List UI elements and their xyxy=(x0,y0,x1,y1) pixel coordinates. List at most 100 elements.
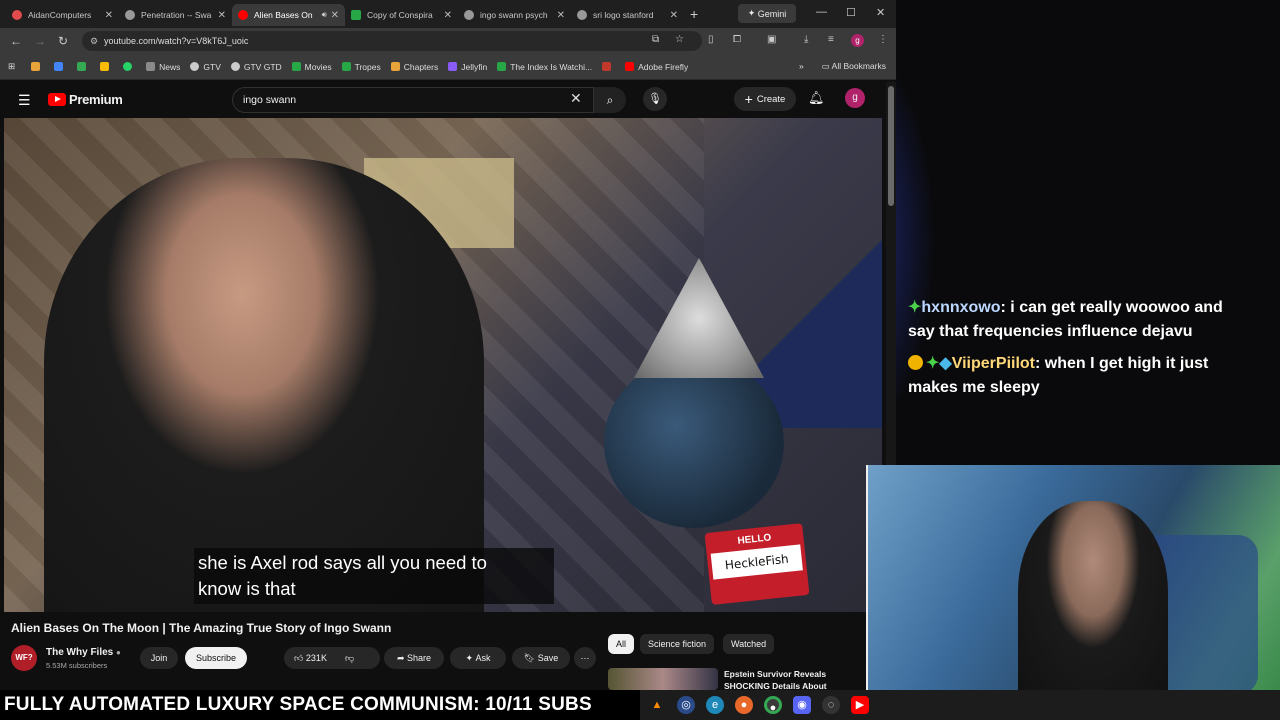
app-icon[interactable]: ◎ xyxy=(677,696,695,714)
youtube-logo[interactable]: Premium xyxy=(48,92,123,107)
close-window-icon[interactable]: ✕ xyxy=(876,6,885,19)
youtube-premium-label: Premium xyxy=(69,92,123,107)
obs-icon[interactable]: ◌ xyxy=(822,696,840,714)
browser-window: AidanComputers ✕ Penetration -- Swa ✕ Al… xyxy=(0,0,896,690)
new-tab-button[interactable]: + xyxy=(690,6,698,22)
ask-button[interactable]: ✦ Ask xyxy=(450,647,506,669)
close-icon[interactable]: ✕ xyxy=(218,10,226,21)
forward-icon[interactable]: → xyxy=(34,34,46,48)
create-button[interactable]: + Create xyxy=(734,87,796,111)
cast-icon[interactable]: ⧉ xyxy=(652,34,659,45)
profile-avatar[interactable]: g xyxy=(851,34,864,47)
notifications-bell-icon[interactable]: 🔔︎ xyxy=(808,90,825,106)
tab-sri-logo[interactable]: sri logo stanford ✕ xyxy=(571,4,684,26)
sidepanel-icon[interactable]: ▣ xyxy=(767,34,776,45)
discord-icon[interactable]: ◉ xyxy=(793,696,811,714)
bookmark-item[interactable] xyxy=(77,62,90,71)
recommendation-title[interactable]: Epstein Survivor Reveals SHOCKING Detail… xyxy=(724,668,834,690)
chevron-right-icon[interactable]: » xyxy=(799,61,804,71)
share-label: Share xyxy=(407,653,432,663)
close-icon[interactable]: ✕ xyxy=(331,10,339,21)
bookmark-chapters[interactable]: Chapters xyxy=(390,62,438,72)
channel-name[interactable]: The Why Files ● xyxy=(46,647,121,658)
chat-username: hxnnxowo xyxy=(921,299,1001,316)
subscribe-button[interactable]: Subscribe xyxy=(185,647,247,669)
edge-icon[interactable]: e xyxy=(706,696,724,714)
reload-icon[interactable]: ↻ xyxy=(58,34,68,48)
dislike-button[interactable]: 👎︎ xyxy=(345,653,354,664)
close-icon[interactable]: ✕ xyxy=(105,10,113,21)
bookmark-gtv[interactable]: GTV xyxy=(190,62,221,72)
bookmark-item[interactable] xyxy=(31,62,44,71)
tab-label: Copy of Conspira xyxy=(367,10,433,20)
vlc-icon[interactable]: ▲ xyxy=(648,696,666,714)
bookmark-label: Adobe Firefly xyxy=(638,61,689,72)
save-button[interactable]: 🔖︎ Save xyxy=(512,647,570,669)
site-info-icon[interactable]: ⚙ xyxy=(90,36,98,47)
bookmark-item[interactable] xyxy=(100,62,113,71)
tab-penetration[interactable]: Penetration -- Swa ✕ xyxy=(119,4,232,26)
bookmark-movies[interactable]: Movies xyxy=(291,62,332,72)
account-avatar[interactable]: g xyxy=(845,88,865,108)
scrollbar-thumb[interactable] xyxy=(888,86,894,206)
extensions-icon[interactable]: ⧠ xyxy=(733,34,741,45)
like-button[interactable]: 👍︎ 231K xyxy=(294,653,327,664)
search-button[interactable]: ⌕ xyxy=(594,87,626,113)
recommendation-thumbnail[interactable] xyxy=(608,668,718,690)
reading-icon[interactable]: ▯ xyxy=(708,34,714,45)
speaker-icon[interactable]: 🔊︎ xyxy=(322,10,327,20)
youtube-app-icon[interactable]: ▶ xyxy=(851,696,869,714)
url-field[interactable]: ⚙ youtube.com/watch?v=V8kT6J_uoic xyxy=(82,31,702,51)
video-player[interactable]: HELLO HeckleFish she is Axel rod says al… xyxy=(4,118,882,612)
download-icon[interactable]: ⤓ xyxy=(804,34,808,45)
chrome-icon[interactable]: ● xyxy=(764,696,782,714)
bookmark-news[interactable]: News xyxy=(146,62,180,72)
chip-all[interactable]: All xyxy=(608,634,635,654)
bookmark-icon xyxy=(602,62,612,71)
chip-science-fiction[interactable]: Science fiction xyxy=(640,634,715,654)
close-icon[interactable]: ✕ xyxy=(557,10,565,21)
bookmark-item[interactable] xyxy=(602,62,615,71)
bookmark-jellyfin[interactable]: Jellyfin xyxy=(448,62,487,72)
apps-icon[interactable]: ⊞ xyxy=(8,61,15,72)
google-favicon-icon xyxy=(464,10,474,20)
create-label: Create xyxy=(756,93,786,105)
chip-watched[interactable]: Watched xyxy=(723,634,775,654)
maximize-icon[interactable]: ☐ xyxy=(846,6,856,19)
tab-aidancomputers[interactable]: AidanComputers ✕ xyxy=(6,4,119,26)
bookmark-tropes[interactable]: Tropes xyxy=(341,62,381,72)
firefox-icon[interactable]: ● xyxy=(735,696,753,714)
star-icon[interactable]: ☆ xyxy=(675,34,684,45)
media-icon[interactable]: ≡ xyxy=(828,34,834,45)
bookmark-index[interactable]: The Index Is Watchi... xyxy=(497,62,592,72)
search-icon: ⌕ xyxy=(606,93,614,107)
tab-sheets[interactable]: Copy of Conspira ✕ xyxy=(345,4,458,26)
more-actions-button[interactable]: ⋯ xyxy=(574,647,596,669)
close-icon[interactable]: ✕ xyxy=(444,10,452,21)
channel-avatar[interactable]: WF? xyxy=(11,645,37,671)
bookmark-adobe-firefly[interactable]: Adobe Firefly xyxy=(625,62,688,72)
kebab-menu-icon[interactable]: ⋮ xyxy=(878,34,888,45)
video-title: Alien Bases On The Moon | The Amazing Tr… xyxy=(11,621,392,635)
bookmark-item[interactable] xyxy=(54,62,67,71)
tab-youtube-active[interactable]: Alien Bases On 🔊︎ ✕ xyxy=(232,4,345,26)
back-icon[interactable]: ← xyxy=(10,34,22,48)
video-fishbowl xyxy=(604,358,784,528)
gemini-button[interactable]: ✦ Gemini xyxy=(738,4,796,23)
share-button[interactable]: ➦ Share xyxy=(384,647,444,669)
ask-label: Ask xyxy=(475,653,491,663)
bookmark-item[interactable] xyxy=(123,62,136,71)
bookmark-gtv-gtd[interactable]: GTV GTD xyxy=(230,62,282,72)
clear-search-icon[interactable]: ✕ xyxy=(570,90,582,107)
search-input[interactable]: ingo swann xyxy=(232,87,594,113)
join-button[interactable]: Join xyxy=(140,647,178,669)
all-bookmarks[interactable]: » ▭ All Bookmarks xyxy=(799,61,886,72)
tab-ingo-search[interactable]: ingo swann psych ✕ xyxy=(458,4,571,26)
voice-search-button[interactable]: 🎙︎ xyxy=(643,87,667,111)
hamburger-menu-icon[interactable]: ☰ xyxy=(18,92,31,109)
bookmark-label: Jellyfin xyxy=(461,61,488,72)
minimize-icon[interactable]: — xyxy=(816,6,827,18)
video-caption: she is Axel rod says all you need to kno… xyxy=(194,548,554,604)
folder-icon: ▭ xyxy=(821,61,832,71)
close-icon[interactable]: ✕ xyxy=(670,10,678,21)
